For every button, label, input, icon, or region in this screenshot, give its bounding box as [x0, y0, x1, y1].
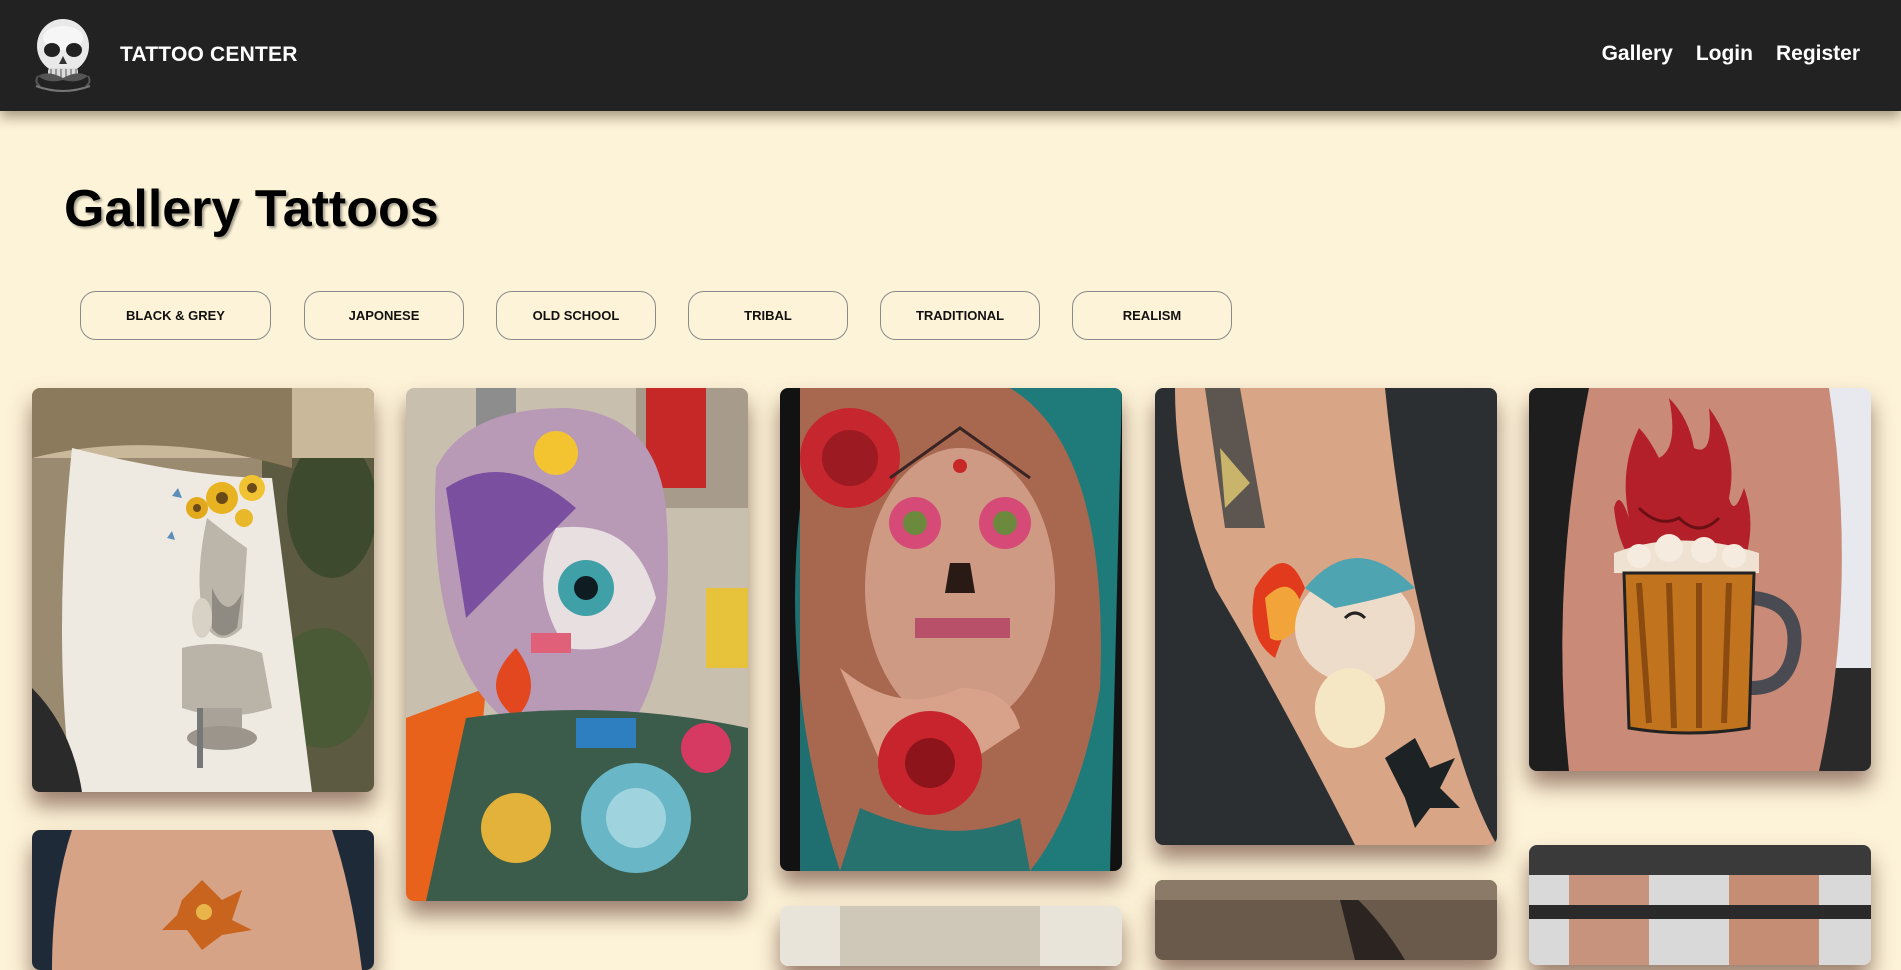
gallery-image-beer-mug[interactable]	[1529, 388, 1871, 771]
nav-link-gallery[interactable]: Gallery	[1602, 42, 1673, 66]
skull-logo-icon[interactable]	[30, 16, 96, 94]
gallery-image-head-eye[interactable]	[406, 388, 748, 901]
filter-old-school-button[interactable]: OLD SCHOOL	[496, 291, 656, 340]
nav-link-register[interactable]: Register	[1776, 42, 1860, 66]
filter-traditional-button[interactable]: TRADITIONAL	[880, 291, 1040, 340]
brand-name[interactable]: TATTOO CENTER	[120, 43, 298, 67]
gallery-image-partial-3[interactable]	[780, 906, 1122, 966]
gallery-image-cyndaquil[interactable]	[1155, 388, 1497, 845]
nav-link-login[interactable]: Login	[1696, 42, 1753, 66]
page-title: Gallery Tattoos	[64, 180, 439, 238]
top-navbar: TATTOO CENTER Gallery Login Register	[0, 0, 1901, 111]
filter-black-grey-button[interactable]: BLACK & GREY	[80, 291, 271, 340]
nav-links: Gallery Login Register	[1602, 42, 1860, 66]
filter-realism-button[interactable]: REALISM	[1072, 291, 1232, 340]
gallery-image-partial-5[interactable]	[1529, 845, 1871, 965]
filter-tribal-button[interactable]: TRIBAL	[688, 291, 848, 340]
gallery-image-ornament[interactable]	[32, 830, 374, 970]
gallery-image-van-gogh[interactable]	[32, 388, 374, 792]
filter-japonese-button[interactable]: JAPONESE	[304, 291, 464, 340]
gallery-image-partial-4[interactable]	[1155, 880, 1497, 960]
gallery-image-catrina[interactable]	[780, 388, 1122, 871]
